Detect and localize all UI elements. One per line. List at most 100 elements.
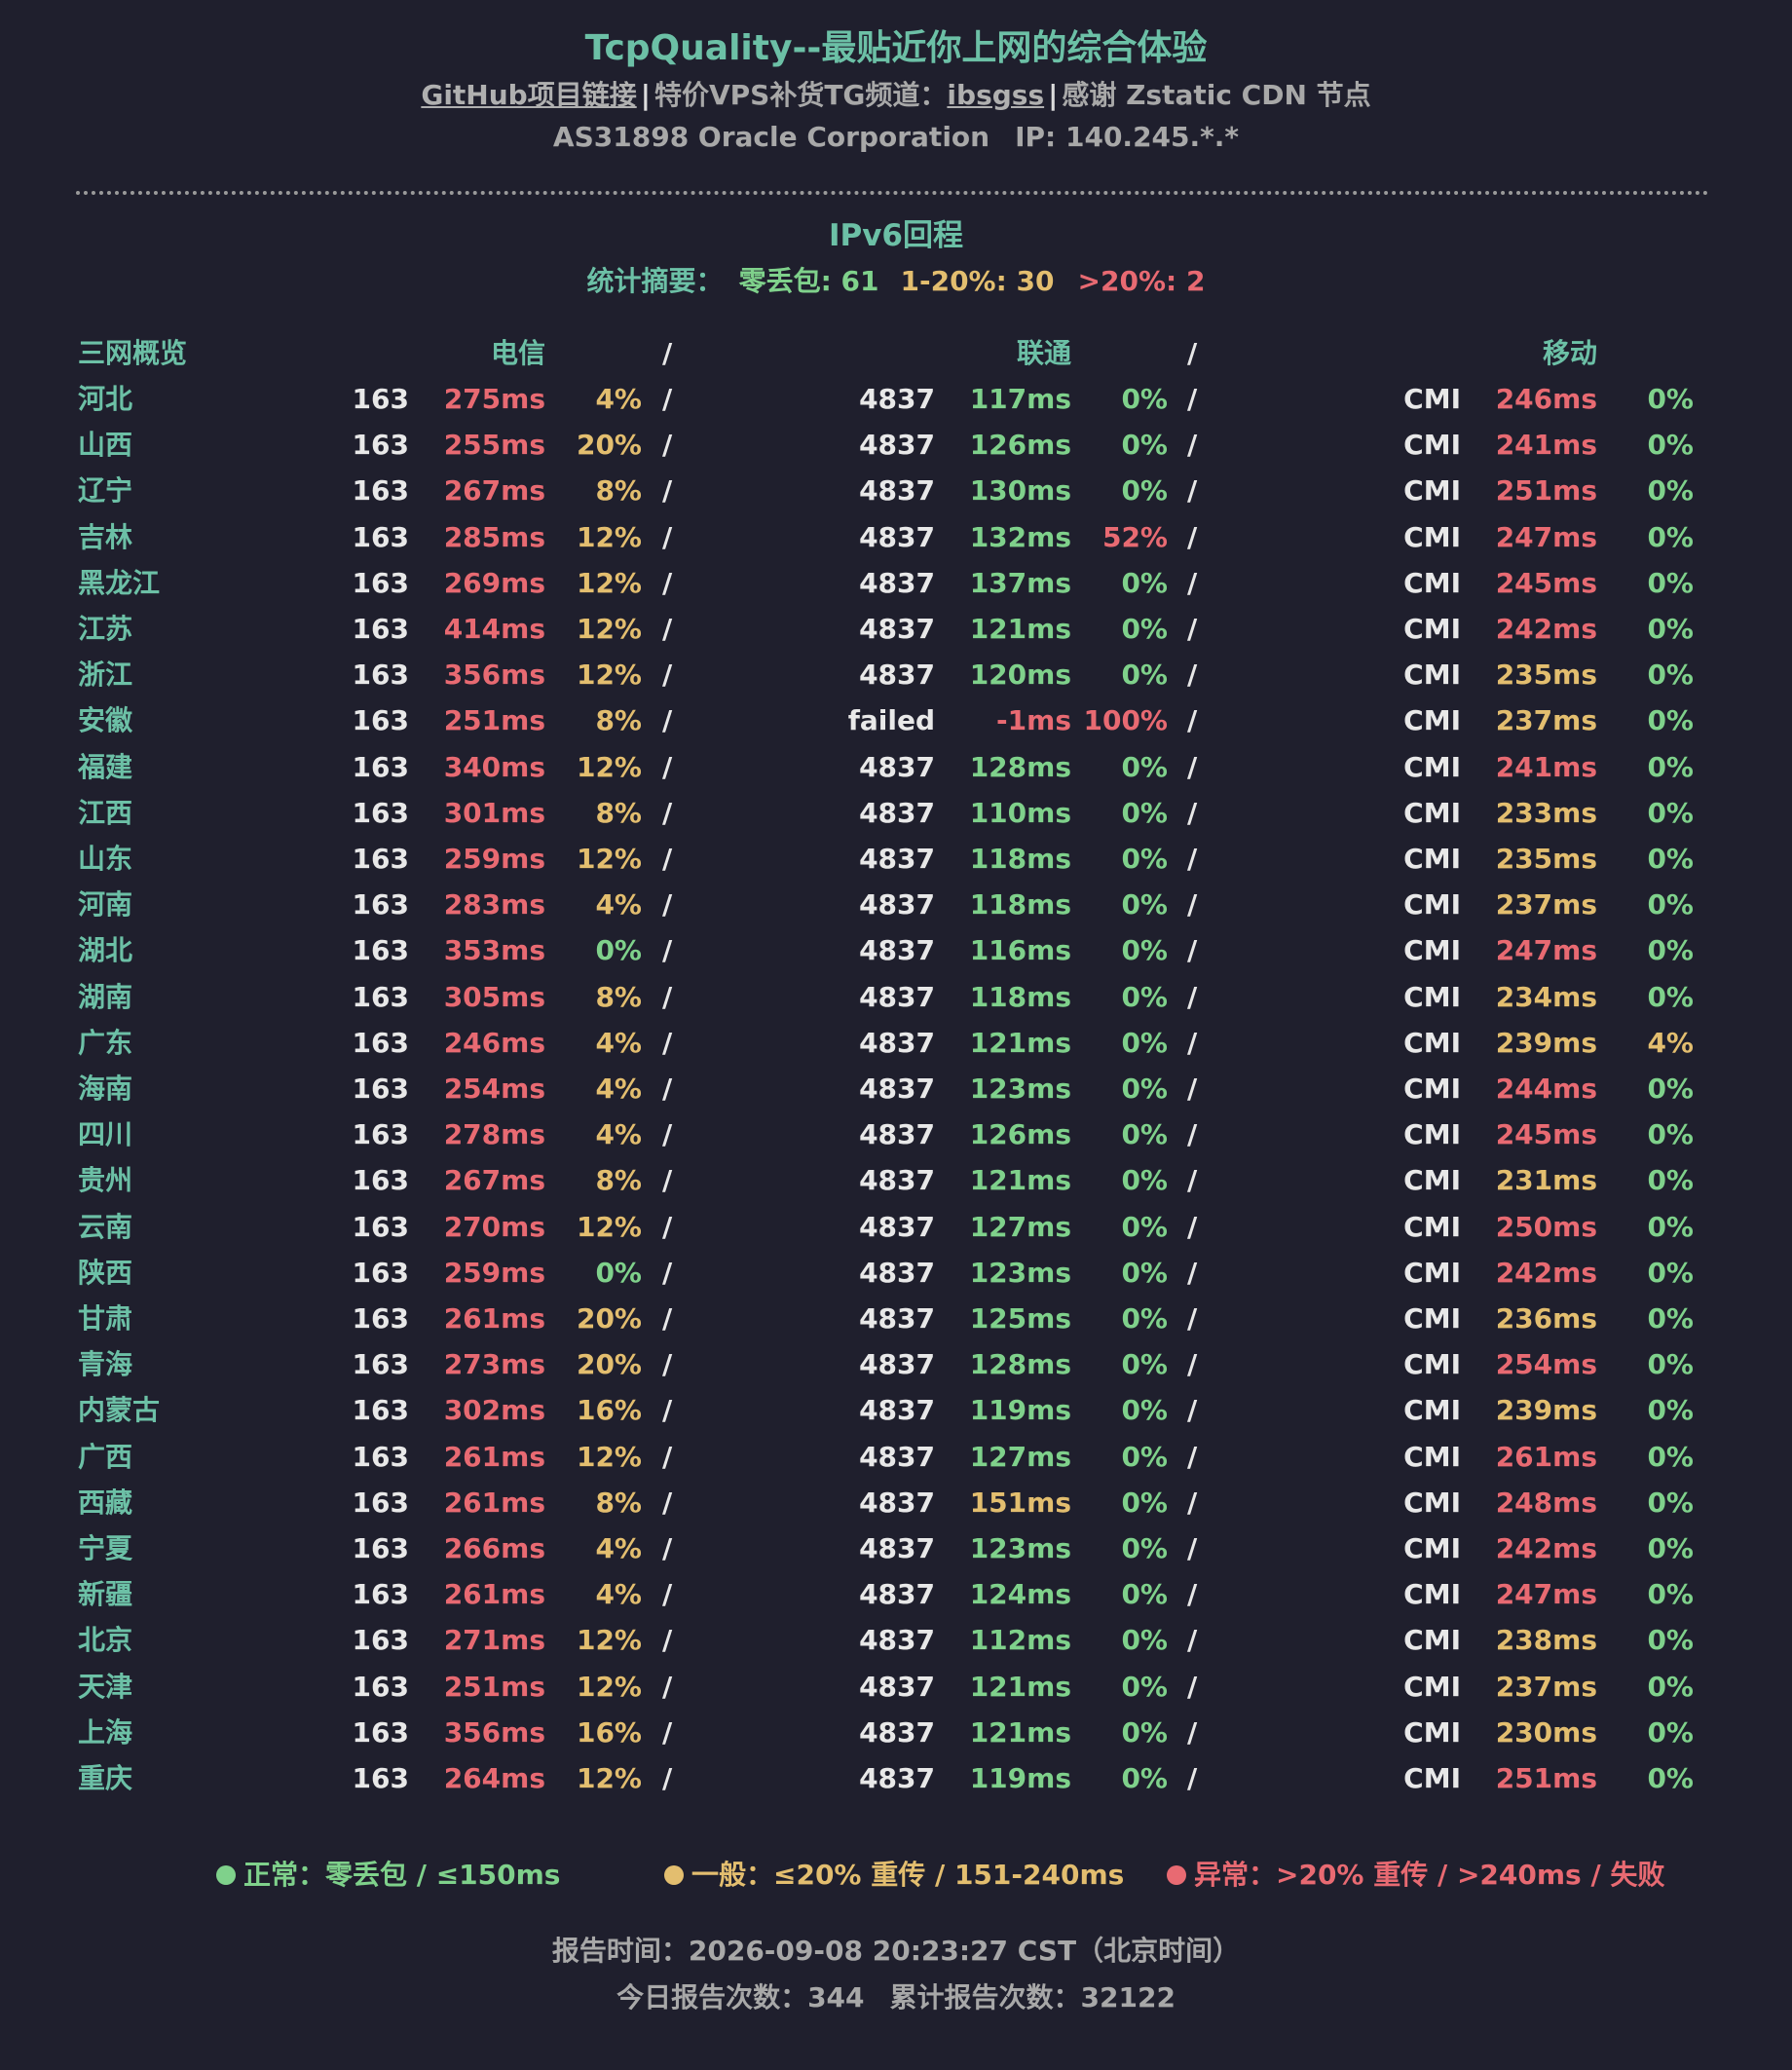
unicom-asn: failed xyxy=(847,704,935,736)
unicom-loss: 0% xyxy=(1121,1073,1168,1105)
unicom-latency: 126ms xyxy=(969,429,1071,461)
telecom-latency: 285ms xyxy=(443,521,545,553)
mobile-loss: 0% xyxy=(1647,1532,1694,1564)
column-separator: / xyxy=(662,1302,673,1335)
column-separator: / xyxy=(662,1441,673,1473)
column-separator: / xyxy=(662,981,673,1013)
column-separator: / xyxy=(662,1118,673,1150)
telecom-asn: 163 xyxy=(352,659,409,691)
telecom-asn: 163 xyxy=(352,1578,409,1610)
mobile-asn: CMI xyxy=(1403,383,1461,415)
dotted-divider xyxy=(76,191,1709,195)
region-cell: 湖南 xyxy=(78,981,133,1013)
summary-zero-loss: 零丢包: 61 xyxy=(738,265,879,297)
column-separator: / xyxy=(662,1257,673,1289)
mobile-loss: 0% xyxy=(1647,1164,1694,1196)
column-separator: / xyxy=(1187,934,1198,966)
unicom-asn: 4837 xyxy=(859,751,935,783)
region-cell: 辽宁 xyxy=(78,474,133,507)
telecom-asn: 163 xyxy=(352,1532,409,1564)
report-page: TcpQuality--最贴近你上网的综合体验 GitHub项目链接 | 特价VPS… xyxy=(0,0,1792,2070)
unicom-asn: 4837 xyxy=(859,981,935,1013)
telecom-latency: 356ms xyxy=(443,1716,545,1749)
github-link[interactable]: GitHub项目链接 xyxy=(421,79,636,111)
unicom-asn: 4837 xyxy=(859,1716,935,1749)
mobile-latency: 245ms xyxy=(1495,1118,1597,1150)
mobile-loss: 0% xyxy=(1647,1487,1694,1519)
mobile-latency: 236ms xyxy=(1495,1302,1597,1335)
column-separator: / xyxy=(662,751,673,783)
unicom-asn: 4837 xyxy=(859,1578,935,1610)
telecom-asn: 163 xyxy=(352,1073,409,1105)
mobile-asn: CMI xyxy=(1403,1762,1461,1794)
mobile-loss: 0% xyxy=(1647,429,1694,461)
telecom-loss: 16% xyxy=(576,1394,642,1426)
column-separator: / xyxy=(662,1348,673,1380)
telecom-loss: 4% xyxy=(595,1027,642,1059)
mobile-latency: 245ms xyxy=(1495,567,1597,599)
unicom-latency: 126ms xyxy=(969,1118,1071,1150)
telecom-loss: 8% xyxy=(595,797,642,829)
column-separator: / xyxy=(662,1164,673,1196)
unicom-loss: 0% xyxy=(1121,383,1168,415)
unicom-latency: 118ms xyxy=(969,888,1071,921)
unicom-latency: 127ms xyxy=(969,1211,1071,1243)
column-separator: / xyxy=(662,843,673,875)
column-separator: / xyxy=(662,934,673,966)
header-separator: / xyxy=(662,337,673,369)
region-cell: 山东 xyxy=(78,843,133,875)
unicom-asn: 4837 xyxy=(859,1671,935,1703)
mobile-loss: 0% xyxy=(1647,934,1694,966)
telecom-latency: 278ms xyxy=(443,1118,545,1150)
column-separator: / xyxy=(662,1394,673,1426)
header-telecom: 电信 xyxy=(490,337,545,369)
tg-channel-link[interactable]: ibsgss xyxy=(947,79,1044,111)
summary-label: 统计摘要： xyxy=(586,265,724,297)
column-separator: / xyxy=(1187,1118,1198,1150)
mobile-latency: 247ms xyxy=(1495,1578,1597,1610)
telecom-latency: 267ms xyxy=(443,1164,545,1196)
header-links: GitHub项目链接 | 特价VPS补货TG频道：ibsgss | 感谢 Zstatic… xyxy=(0,74,1792,113)
mobile-asn: CMI xyxy=(1403,1532,1461,1564)
region-cell: 云南 xyxy=(78,1211,133,1243)
unicom-loss: 0% xyxy=(1121,981,1168,1013)
column-separator: / xyxy=(1187,429,1198,461)
unicom-latency: 116ms xyxy=(969,934,1071,966)
telecom-asn: 163 xyxy=(352,1164,409,1196)
mobile-loss: 0% xyxy=(1647,521,1694,553)
telecom-loss: 12% xyxy=(576,567,642,599)
legend-normal: 正常：零丢包 / ≤150ms xyxy=(216,1854,560,1893)
unicom-loss: 0% xyxy=(1121,1118,1168,1150)
column-separator: / xyxy=(1187,383,1198,415)
unicom-latency: 123ms xyxy=(969,1257,1071,1289)
mobile-asn: CMI xyxy=(1403,1671,1461,1703)
region-cell: 陕西 xyxy=(78,1257,133,1289)
unicom-loss: 0% xyxy=(1121,659,1168,691)
unicom-asn: 4837 xyxy=(859,521,935,553)
telecom-asn: 163 xyxy=(352,1118,409,1150)
telecom-asn: 163 xyxy=(352,474,409,507)
column-separator: / xyxy=(1187,1671,1198,1703)
unicom-latency: 121ms xyxy=(969,1027,1071,1059)
unicom-loss: 0% xyxy=(1121,1027,1168,1059)
telecom-latency: 302ms xyxy=(443,1394,545,1426)
mobile-asn: CMI xyxy=(1403,521,1461,553)
legend-abnormal-text: 异常：>20% 重传 / >240ms / 失败 xyxy=(1194,1859,1665,1891)
mobile-latency: 251ms xyxy=(1495,1762,1597,1794)
unicom-asn: 4837 xyxy=(859,1118,935,1150)
mobile-asn: CMI xyxy=(1403,429,1461,461)
telecom-latency: 283ms xyxy=(443,888,545,921)
telecom-loss: 12% xyxy=(576,521,642,553)
unicom-latency: 119ms xyxy=(969,1394,1071,1426)
region-cell: 吉林 xyxy=(78,521,133,553)
telecom-asn: 163 xyxy=(352,1394,409,1426)
unicom-asn: 4837 xyxy=(859,888,935,921)
column-separator: / xyxy=(1187,888,1198,921)
header-mobile: 移动 xyxy=(1542,337,1597,369)
mobile-latency: 250ms xyxy=(1495,1211,1597,1243)
column-separator: / xyxy=(1187,1532,1198,1564)
mobile-loss: 0% xyxy=(1647,383,1694,415)
telecom-loss: 20% xyxy=(576,1302,642,1335)
unicom-asn: 4837 xyxy=(859,1394,935,1426)
unicom-latency: 110ms xyxy=(969,797,1071,829)
